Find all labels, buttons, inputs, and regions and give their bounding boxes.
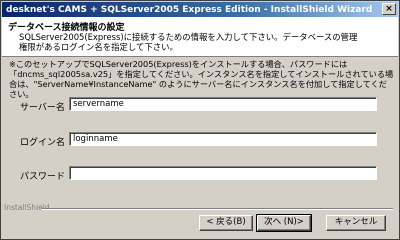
window-title: desknet's CAMS + SQLServer2005 Express E… [6, 4, 373, 15]
page-description: SQLServer2005(Express)に接続するための情報を入力して下さい… [19, 32, 358, 52]
footer-divider [41, 208, 393, 210]
password-input[interactable] [69, 166, 377, 180]
title-bar[interactable]: desknet's CAMS + SQLServer2005 Express E… [2, 2, 398, 17]
next-button[interactable]: 次へ (N)> [256, 214, 312, 232]
cancel-button[interactable]: キャンセル [326, 215, 386, 231]
password-label: パスワード [20, 172, 66, 182]
server-name-input[interactable]: servername [69, 97, 377, 111]
close-icon[interactable]: × [382, 3, 396, 15]
back-button[interactable]: < 戻る(B) [199, 215, 253, 231]
login-name-label: ログイン名 [20, 138, 66, 148]
install-note: ※このセットアップでSQLServer2005(Express)をインストールす… [9, 59, 394, 99]
login-name-input[interactable]: loginname [69, 132, 377, 146]
server-name-label: サーバー名 [20, 103, 65, 113]
installer-window: desknet's CAMS + SQLServer2005 Express E… [0, 0, 400, 240]
wizard-header: データベース接続情報の設定 SQLServer2005(Express)に接続す… [2, 17, 398, 57]
